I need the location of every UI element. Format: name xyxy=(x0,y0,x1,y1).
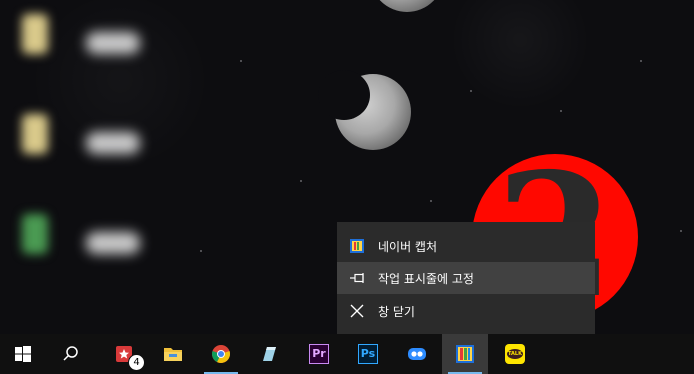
star xyxy=(430,200,432,202)
moon-shadow xyxy=(318,70,370,120)
jumplist-item-label: 작업 표시줄에 고정 xyxy=(378,271,474,286)
meeting-app-icon xyxy=(408,348,426,360)
jumplist-item-label: 네이버 캡처 xyxy=(378,239,438,254)
photoshop-label: Ps xyxy=(360,347,376,360)
chrome-icon xyxy=(212,345,230,363)
desktop-icon-label xyxy=(86,32,140,54)
star xyxy=(300,180,302,182)
star xyxy=(200,250,202,252)
search-icon xyxy=(63,346,78,361)
taskbar-app-bookmark[interactable]: 4 xyxy=(101,334,147,374)
star xyxy=(240,60,242,62)
pin-icon xyxy=(350,271,364,285)
jumplist-item-label: 창 닫기 xyxy=(378,304,415,319)
star xyxy=(680,230,682,232)
naver-capture-icon xyxy=(350,239,364,253)
search-button[interactable] xyxy=(48,334,94,374)
desktop-icon-label xyxy=(86,232,140,254)
folder-icon xyxy=(164,348,182,361)
taskbar-app-kakaotalk[interactable]: TALK xyxy=(492,334,538,374)
notification-badge: 4 xyxy=(128,354,145,371)
taskbar-app-notes[interactable] xyxy=(246,334,292,374)
star xyxy=(470,90,472,92)
desktop-icon-label xyxy=(86,132,140,154)
desktop-icon[interactable] xyxy=(22,114,48,154)
desktop-icon[interactable] xyxy=(22,14,48,54)
taskbar-app-zoom[interactable] xyxy=(394,334,440,374)
premiere-icon: Pr xyxy=(309,344,329,364)
taskbar-app-premiere[interactable]: Pr xyxy=(296,334,342,374)
kakaotalk-label: TALK xyxy=(507,349,523,359)
star xyxy=(640,60,642,62)
jumplist-item-pin-to-taskbar[interactable]: 작업 표시줄에 고정 xyxy=(337,262,595,294)
taskbar: 4 Pr Ps TALK xyxy=(0,334,694,374)
notes-app-icon xyxy=(263,347,276,361)
taskbar-app-chrome[interactable] xyxy=(198,334,244,374)
photoshop-icon: Ps xyxy=(358,344,378,364)
moon-top xyxy=(370,0,444,12)
star xyxy=(560,110,562,112)
windows-logo-icon xyxy=(15,346,31,362)
naver-capture-icon xyxy=(456,345,474,363)
desktop-icon[interactable] xyxy=(22,214,48,254)
taskbar-app-naver-capture[interactable] xyxy=(442,334,488,374)
jumplist-item-naver-capture[interactable]: 네이버 캡처 xyxy=(337,230,595,262)
start-button[interactable] xyxy=(0,334,46,374)
premiere-label: Pr xyxy=(312,347,326,360)
taskbar-jump-list: 네이버 캡처 작업 표시줄에 고정 창 닫기 xyxy=(337,222,595,334)
jumplist-item-close-window[interactable]: 창 닫기 xyxy=(337,295,595,327)
kakaotalk-icon: TALK xyxy=(505,344,525,364)
close-icon xyxy=(350,304,364,318)
taskbar-app-photoshop[interactable]: Ps xyxy=(345,334,391,374)
taskbar-app-file-explorer[interactable] xyxy=(150,334,196,374)
